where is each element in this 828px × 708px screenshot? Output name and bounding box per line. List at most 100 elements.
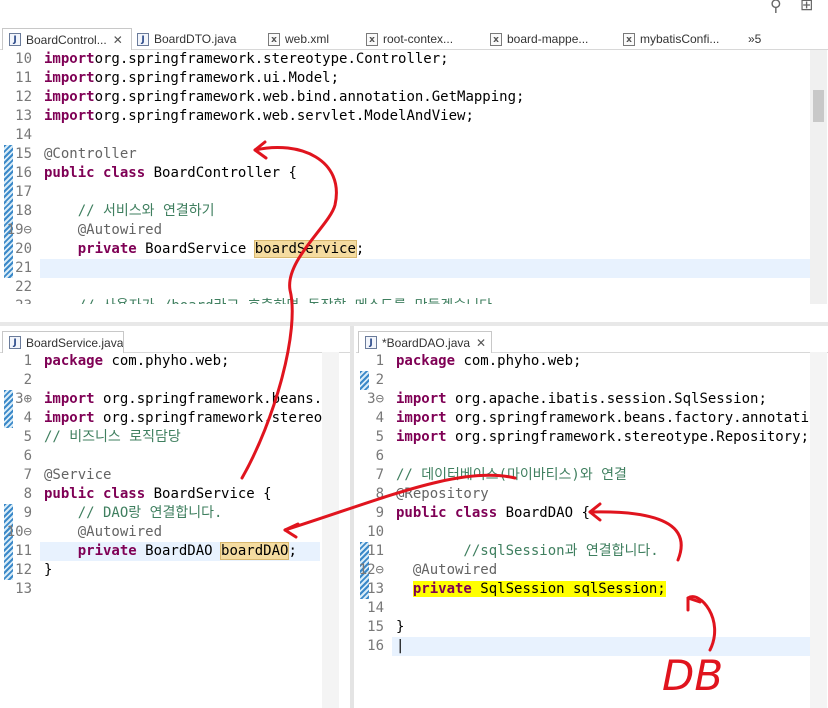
line-number: 20: [15, 241, 32, 257]
board-controller-editor[interactable]: 10 importorg.springframework.stereotype.C…: [0, 50, 828, 304]
close-tab-icon[interactable]: ✕: [476, 336, 486, 350]
line-number: 8: [375, 486, 384, 502]
line-number: 22: [15, 279, 32, 295]
code-line[interactable]: 20 private BoardService boardService;: [0, 240, 828, 259]
code-line[interactable]: 7 // 데이터베이스(마이바티스)와 연결: [356, 466, 828, 485]
line-number: 12: [15, 562, 32, 578]
top-editor-tab-bar: J BoardControl... ✕ J BoardDTO.java x web.xml x…: [0, 27, 828, 50]
code-line[interactable]: 12 importorg.springframework.web.bind.ann…: [0, 88, 828, 107]
code-text: importorg.springframework.web.servlet.Mo…: [44, 107, 474, 126]
code-token: import: [44, 51, 95, 67]
editor-tab[interactable]: J BoardControl... ✕: [2, 28, 132, 50]
code-line[interactable]: 19⊖ @Autowired: [0, 221, 828, 240]
code-line[interactable]: 10 importorg.springframework.stereotype.C…: [0, 50, 828, 69]
code-line[interactable]: 13 importorg.springframework.web.servlet.…: [0, 107, 828, 126]
editor-tab[interactable]: x root-contex...: [360, 29, 488, 49]
code-token: private: [44, 543, 137, 559]
close-tab-icon[interactable]: ✕: [113, 33, 123, 47]
line-number: 7: [23, 467, 32, 483]
code-token: import: [44, 70, 95, 86]
code-line[interactable]: 8 public class BoardService {: [0, 485, 350, 504]
line-number: 8: [23, 486, 32, 502]
code-line[interactable]: 14: [356, 599, 828, 618]
code-line[interactable]: 5 // 비즈니스 로직담당: [0, 428, 350, 447]
code-line[interactable]: 11 importorg.springframework.ui.Model;: [0, 69, 828, 88]
code-line[interactable]: 1 package com.phyho.web;: [356, 352, 828, 371]
xml-file-icon: x: [623, 32, 635, 46]
code-line[interactable]: 1 package com.phyho.web;: [0, 352, 350, 371]
code-line[interactable]: 3⊕ import org.springframework.beans.fa: [0, 390, 350, 409]
line-number: 9: [23, 505, 32, 521]
editor-tab[interactable]: J BoardService.java: [2, 331, 124, 353]
code-line[interactable]: 11 //sqlSession과 연결합니다.: [356, 542, 828, 561]
editor-tab[interactable]: x web.xml: [262, 29, 372, 49]
line-number: 14: [367, 600, 384, 616]
code-token: org.springframework.web.bind.annotation.…: [94, 89, 525, 105]
code-line[interactable]: 15 @Controller: [0, 145, 828, 164]
code-line[interactable]: 17: [0, 183, 828, 202]
code-text: @Controller: [44, 145, 137, 164]
controller-vertical-scrollbar[interactable]: [810, 50, 827, 304]
code-line[interactable]: 2: [0, 371, 350, 390]
code-line[interactable]: 15}: [356, 618, 828, 637]
code-text: // DAO랑 연결합니다.: [44, 504, 223, 523]
code-line[interactable]: 9 public class BoardDAO {: [356, 504, 828, 523]
code-line[interactable]: 12}: [0, 561, 350, 580]
code-line[interactable]: 9 // DAO랑 연결합니다.: [0, 504, 350, 523]
java-file-icon: J: [137, 32, 149, 46]
scrollbar-thumb[interactable]: [813, 90, 824, 122]
code-line[interactable]: 6: [0, 447, 350, 466]
dao-tab-bar: J *BoardDAO.java ✕: [356, 330, 828, 353]
board-dao-editor[interactable]: 1 package com.phyho.web; 2 3⊖ import org.apa…: [356, 352, 828, 708]
tab-label: »5: [748, 32, 762, 46]
line-number: 13: [15, 581, 32, 597]
code-line[interactable]: 7 @Service: [0, 466, 350, 485]
board-service-editor[interactable]: 1 package com.phyho.web; 2 3⊕ import org.spr…: [0, 352, 350, 708]
code-line[interactable]: 3⊖ import org.apache.ibatis.session.SqlSe…: [356, 390, 828, 409]
code-line[interactable]: 6: [356, 447, 828, 466]
code-line[interactable]: 16 |: [356, 637, 828, 656]
search-icon[interactable]: ⚲: [770, 0, 782, 15]
vertical-divider[interactable]: [350, 326, 354, 708]
dao-vertical-scrollbar[interactable]: [810, 352, 827, 708]
code-line[interactable]: 13 private SqlSession sqlSession;: [356, 580, 828, 599]
code-line[interactable]: 16 public class BoardController {: [0, 164, 828, 183]
code-token: import: [396, 410, 447, 426]
editor-tab[interactable]: x board-mappe...: [484, 29, 614, 49]
horizontal-divider[interactable]: [0, 322, 828, 326]
code-line[interactable]: 10⊖ @Autowired: [0, 523, 350, 542]
code-line[interactable]: 5 import org.springframework.stereotype.R…: [356, 428, 828, 447]
code-line[interactable]: 18 // 서비스와 연결하기: [0, 202, 828, 221]
code-line[interactable]: 14: [0, 126, 828, 145]
editor-tab[interactable]: x mybatisConfi...: [617, 29, 747, 49]
code-token: //sqlSession과 연결합니다.: [396, 543, 659, 559]
code-line[interactable]: 10: [356, 523, 828, 542]
code-line[interactable]: 23 // 사용자가 /board라고 호출하면 동작할 메소드를 만들겠습니다: [0, 297, 828, 304]
editor-tab[interactable]: J BoardDTO.java: [131, 29, 259, 49]
code-line[interactable]: 22: [0, 278, 828, 297]
code-line[interactable]: 21: [0, 259, 828, 278]
code-token: @Autowired: [44, 524, 163, 540]
perspective-icon[interactable]: ⊞: [800, 0, 813, 14]
code-text: import org.springframework.stereoty: [44, 409, 339, 428]
xml-file-icon: x: [268, 32, 280, 46]
code-text: importorg.springframework.web.bind.annot…: [44, 88, 524, 107]
code-text: // 사용자가 /board라고 호출하면 동작할 메소드를 만들겠습니다: [44, 297, 492, 304]
service-vertical-scrollbar[interactable]: [322, 352, 339, 708]
code-line[interactable]: 11 private BoardDAO boardDAO;: [0, 542, 350, 561]
editor-tab[interactable]: J *BoardDAO.java ✕: [358, 331, 492, 353]
code-line[interactable]: 8 @Repository: [356, 485, 828, 504]
line-number: 3⊕: [15, 391, 32, 407]
editor-tab[interactable]: »5: [748, 29, 788, 49]
code-line[interactable]: 4 import org.springframework.beans.factor…: [356, 409, 828, 428]
code-token: org.apache.ibatis.session.SqlSession;: [446, 391, 767, 407]
code-line[interactable]: 4 import org.springframework.stereoty: [0, 409, 350, 428]
code-line[interactable]: 13: [0, 580, 350, 599]
code-text: @Autowired: [44, 523, 162, 542]
code-line[interactable]: 2: [356, 371, 828, 390]
code-token: // 데이터베이스(마이바티스)와 연결: [396, 467, 627, 483]
code-token: com.phyho.web;: [455, 353, 582, 369]
code-token: ;: [288, 543, 297, 559]
code-line[interactable]: 12⊖ @Autowired: [356, 561, 828, 580]
code-token: BoardService: [136, 241, 255, 257]
